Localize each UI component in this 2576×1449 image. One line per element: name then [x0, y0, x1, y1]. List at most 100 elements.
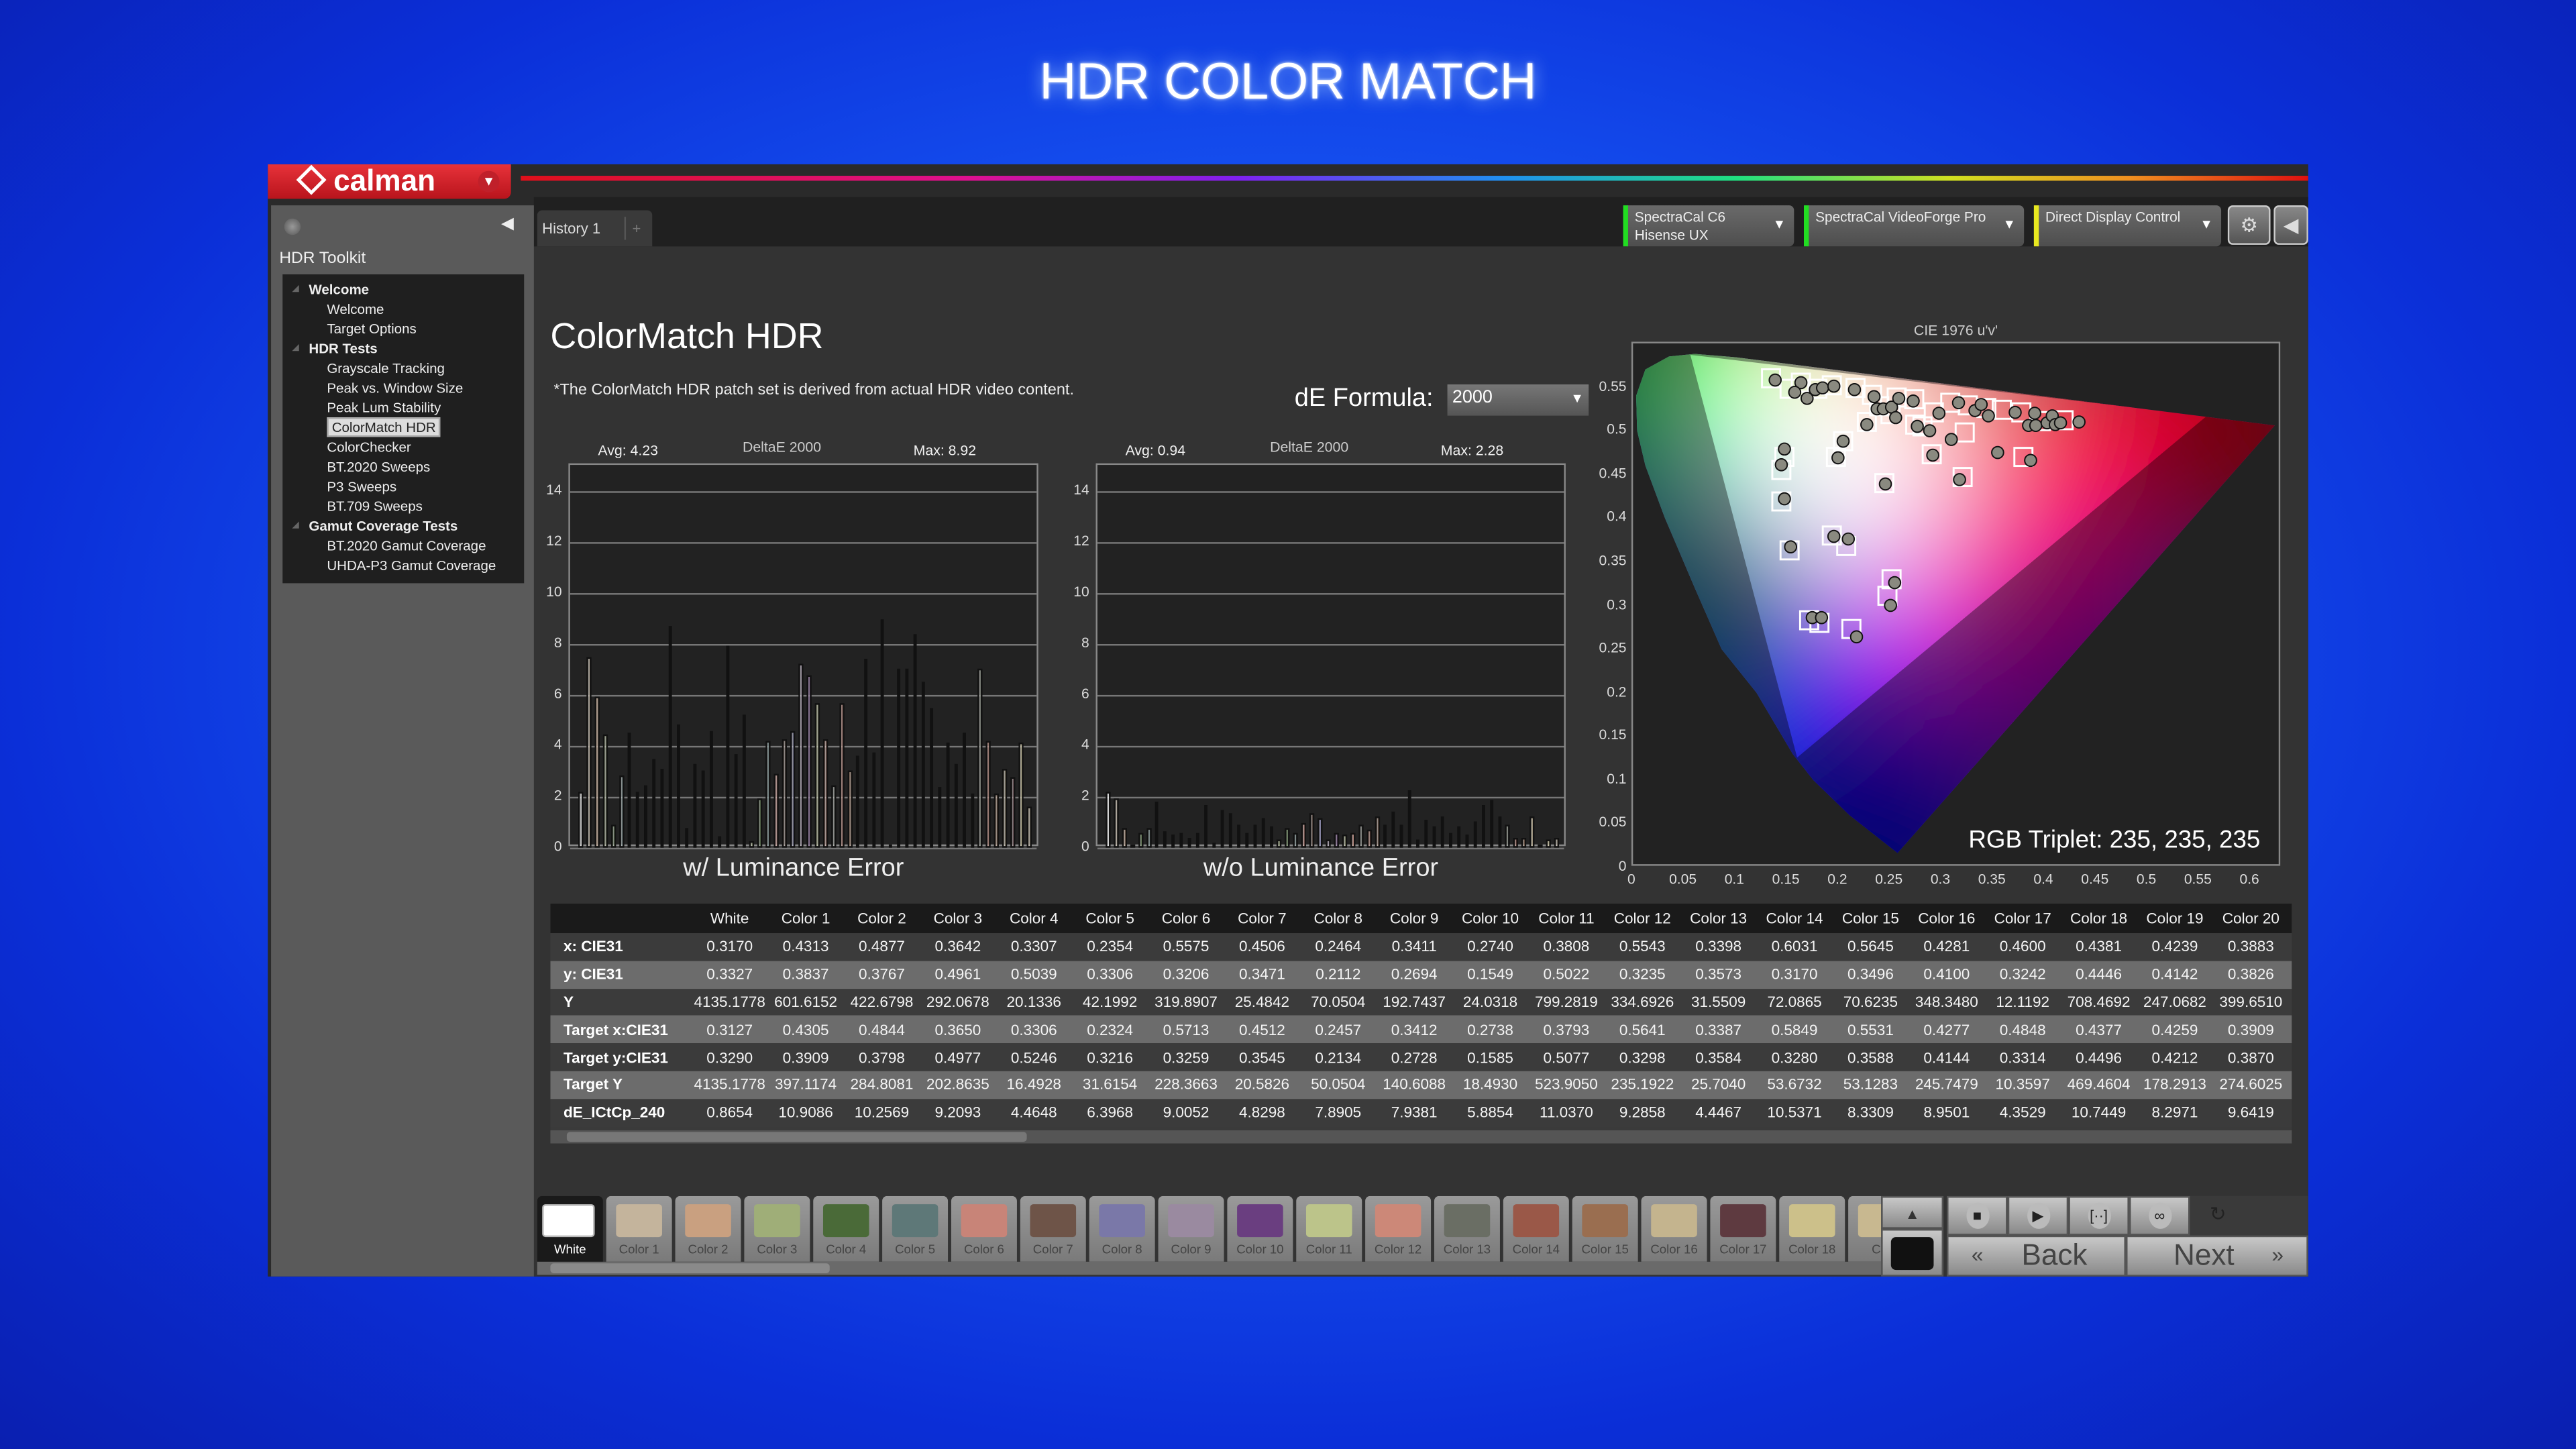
patch-up-button[interactable]: ▲	[1881, 1195, 1944, 1229]
table-cell: 18.4930	[1462, 1077, 1518, 1093]
collapse-sidebar-icon[interactable]: ◀	[501, 215, 514, 233]
bar	[1277, 839, 1282, 848]
tree-item[interactable]: BT.709 Sweeps	[282, 496, 524, 516]
column-header[interactable]: Color 2	[844, 910, 920, 926]
column-header[interactable]: Color 5	[1072, 910, 1148, 926]
patch-swatch[interactable]: Color 2	[675, 1195, 741, 1262]
patch-swatch[interactable]: Color 12	[1365, 1195, 1432, 1262]
y-tick-label: 0	[553, 837, 562, 855]
bar	[1146, 827, 1151, 848]
column-header[interactable]: Color 6	[1148, 910, 1224, 926]
table-row: x: CIE31 0.3170 0.4313 0.4877 0.3642 0.3307 0.…	[550, 933, 2292, 961]
patch-swatch[interactable]: Color 1	[606, 1195, 672, 1262]
patch-swatch[interactable]: Color 9	[1158, 1195, 1224, 1262]
column-header[interactable]: Color 1	[767, 910, 843, 926]
column-header[interactable]: Color 7	[1224, 910, 1300, 926]
column-header[interactable]: Color 17	[1985, 910, 2061, 926]
tree-item[interactable]: Peak vs. Window Size	[282, 378, 524, 397]
patch-swatch[interactable]: Color 10	[1227, 1195, 1293, 1262]
pin-icon[interactable]	[284, 218, 301, 235]
patch-swatch[interactable]: Col	[1848, 1195, 1882, 1262]
swatch-label: Color 17	[1719, 1242, 1767, 1257]
patch-swatch[interactable]: Color 15	[1572, 1195, 1638, 1262]
bar	[872, 752, 877, 848]
tree-group[interactable]: Gamut Coverage Tests	[282, 516, 524, 536]
column-header[interactable]: Color 9	[1376, 910, 1452, 926]
tree-item[interactable]: Target Options	[282, 319, 524, 338]
patch-swatch[interactable]: Color 14	[1503, 1195, 1569, 1262]
meter-selector[interactable]: SpectraCal C6 Hisense UX ▼	[1623, 205, 1794, 247]
patch-swatch[interactable]: Color 18	[1779, 1195, 1845, 1262]
column-header[interactable]: Color 15	[1833, 910, 1909, 926]
tree-group[interactable]: Welcome	[282, 279, 524, 299]
x-axis-label: w/o Luminance Error	[1203, 854, 1439, 883]
column-header[interactable]: Color 14	[1756, 910, 1832, 926]
column-header[interactable]: Color 19	[2137, 910, 2212, 926]
add-tab-button[interactable]: +	[624, 217, 647, 240]
column-header[interactable]: Color 16	[1909, 910, 1984, 926]
patch-swatch[interactable]: Color 13	[1434, 1195, 1500, 1262]
column-header[interactable]: Color 4	[996, 910, 1072, 926]
tree-item[interactable]: Grayscale Tracking	[282, 358, 524, 378]
swatch-scrollbar[interactable]	[537, 1261, 1882, 1275]
table-cell: 0.4313	[782, 938, 829, 955]
column-header[interactable]: Color 12	[1605, 910, 1680, 926]
tree-item[interactable]: BT.2020 Gamut Coverage	[282, 535, 524, 555]
scrollbar-thumb[interactable]	[550, 1263, 830, 1273]
patch-swatch[interactable]: White	[537, 1195, 603, 1262]
row-label: Target Y	[564, 1077, 623, 1093]
patch-swatch[interactable]: Color 8	[1089, 1195, 1155, 1262]
patch-swatch[interactable]: Color 6	[951, 1195, 1017, 1262]
bar	[1260, 818, 1265, 848]
tree-item[interactable]: ColorChecker	[282, 437, 524, 456]
column-header[interactable]: Color 10	[1452, 910, 1528, 926]
patch-swatch[interactable]: Color 7	[1020, 1195, 1086, 1262]
column-header[interactable]: Color 8	[1300, 910, 1376, 926]
table-cell: 0.4239	[2151, 938, 2198, 955]
column-header[interactable]: Color 11	[1528, 910, 1604, 926]
column-header[interactable]: Color 18	[2061, 910, 2137, 926]
next-button[interactable]: Next »	[2126, 1235, 2308, 1277]
stop-button[interactable]: ■	[1947, 1195, 2008, 1236]
column-header[interactable]: Color 20	[2213, 910, 2289, 926]
table-scrollbar[interactable]	[550, 1130, 2292, 1144]
display-control-selector[interactable]: Direct Display Control ▼	[2033, 205, 2222, 247]
collapse-panel-button[interactable]: ◀	[2273, 205, 2308, 245]
sidebar-title: HDR Toolkit	[279, 250, 366, 268]
bar	[904, 669, 909, 848]
read-series-button[interactable]: [··]	[2068, 1195, 2129, 1236]
tree-item[interactable]: UHDA-P3 Gamut Coverage	[282, 555, 524, 575]
patch-swatch[interactable]: Color 3	[744, 1195, 810, 1262]
continuous-read-button[interactable]: ∞	[2129, 1195, 2190, 1236]
tree-item[interactable]: Welcome	[282, 299, 524, 319]
gridline	[570, 796, 1037, 799]
scrollbar-thumb[interactable]	[566, 1132, 1027, 1142]
calman-menu-button[interactable]: calman ▼	[268, 164, 511, 199]
tree-item[interactable]: ColorMatch HDR	[282, 417, 524, 437]
column-header[interactable]: Color 3	[920, 910, 996, 926]
column-header[interactable]: White	[692, 910, 767, 926]
patch-swatch[interactable]: Color 11	[1296, 1195, 1362, 1262]
bar	[766, 740, 771, 848]
pattern-generator-selector[interactable]: SpectraCal VideoForge Pro ▼	[1804, 205, 2025, 247]
bar	[831, 785, 836, 848]
table-cell: 0.3280	[1771, 1049, 1818, 1066]
table-cell: 0.5849	[1771, 1021, 1818, 1038]
patch-swatch[interactable]: Color 16	[1641, 1195, 1707, 1262]
play-button[interactable]: ▶	[2007, 1195, 2069, 1236]
measured-point	[2053, 416, 2068, 430]
patch-swatch[interactable]: Color 5	[882, 1195, 949, 1262]
settings-button[interactable]: ⚙	[2227, 205, 2271, 245]
tree-item[interactable]: P3 Sweeps	[282, 476, 524, 496]
column-header[interactable]: Color 13	[1680, 910, 1756, 926]
de-formula-select[interactable]: 2000 ▼	[1447, 384, 1589, 416]
patch-swatch[interactable]: Color 4	[813, 1195, 879, 1262]
back-button[interactable]: « Back	[1947, 1235, 2127, 1277]
tree-group[interactable]: HDR Tests	[282, 338, 524, 358]
tree-item[interactable]: Peak Lum Stability	[282, 398, 524, 417]
tree-item[interactable]: BT.2020 Sweeps	[282, 457, 524, 476]
tab-history-1[interactable]: History 1 +	[537, 210, 653, 247]
column-header[interactable]: Colo	[2289, 910, 2292, 926]
y-tick-label: 0	[1081, 837, 1089, 855]
patch-swatch[interactable]: Color 17	[1710, 1195, 1776, 1262]
